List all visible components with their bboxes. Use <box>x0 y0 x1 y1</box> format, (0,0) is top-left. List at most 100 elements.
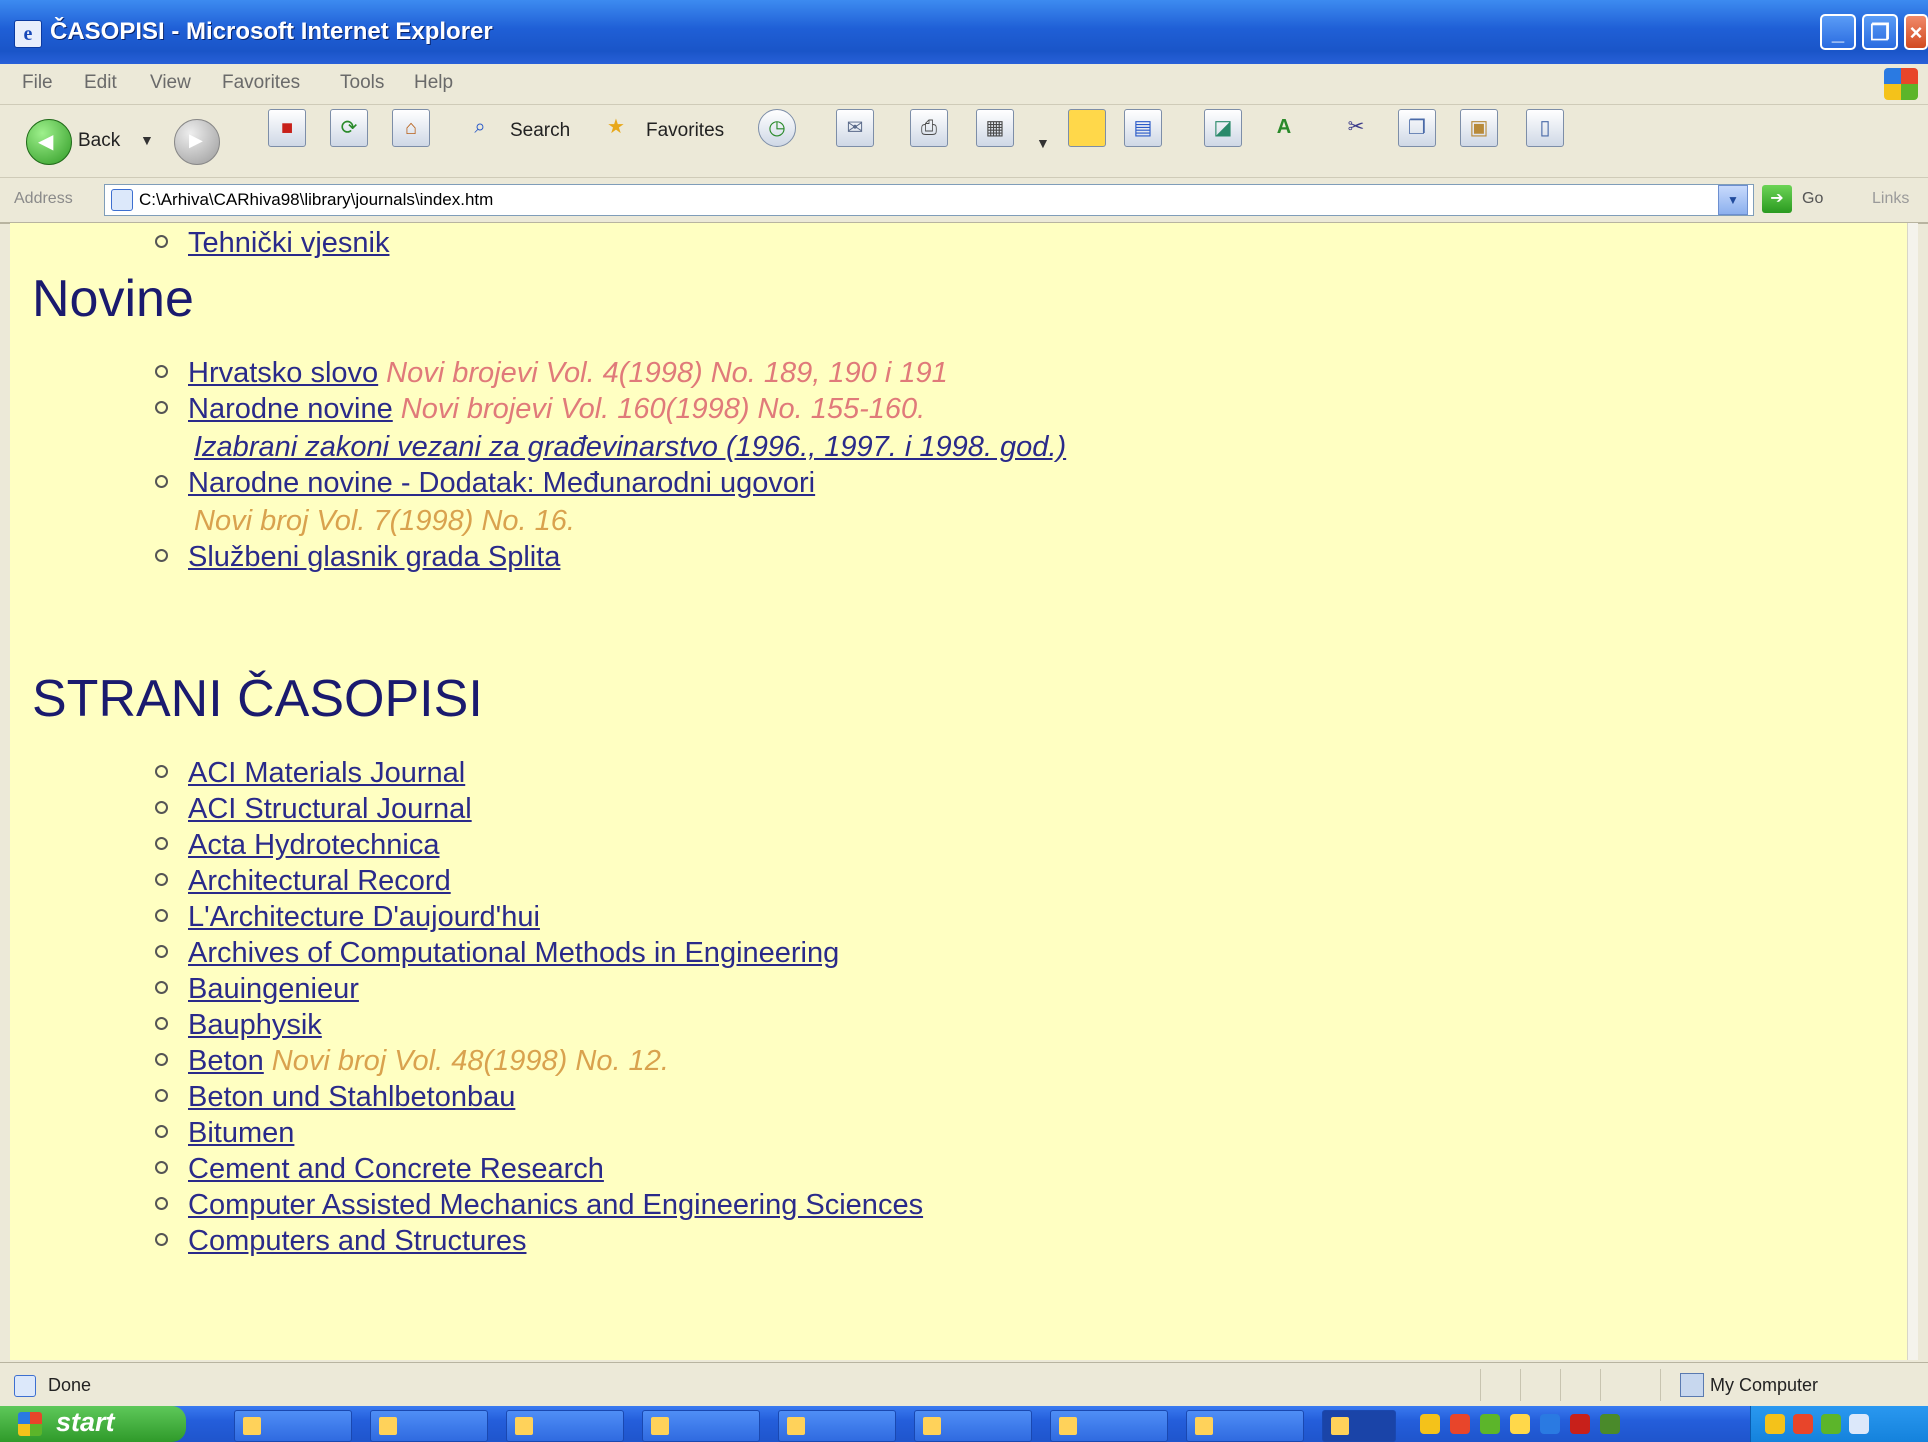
tray-icon[interactable] <box>1793 1414 1813 1434</box>
window-icon <box>1331 1417 1349 1435</box>
taskbar-button-active[interactable] <box>1322 1410 1396 1442</box>
quick-launch-icon[interactable] <box>1570 1414 1590 1434</box>
ie-icon <box>923 1417 941 1435</box>
list-item: L'Architecture D'aujourd'hui <box>155 901 540 934</box>
quick-launch-icon[interactable] <box>1510 1414 1530 1434</box>
journal-link[interactable]: Tehnički vjesnik <box>188 227 389 259</box>
copy-icon[interactable]: ❐ <box>1398 109 1436 147</box>
journal-link[interactable]: Cement and Concrete Research <box>188 1153 604 1185</box>
newspaper-link[interactable]: Narodne novine - Dodatak: Međunarodni ug… <box>188 467 815 499</box>
chart-icon[interactable]: ◪ <box>1204 109 1242 147</box>
newspaper-link[interactable]: Narodne novine <box>188 393 393 425</box>
vertical-scrollbar[interactable] <box>1907 223 1918 1360</box>
journal-link[interactable]: Bauphysik <box>188 1009 322 1041</box>
list-item: Tehnički vjesnik <box>155 227 389 260</box>
journal-link[interactable]: Beton <box>188 1045 264 1077</box>
print-icon[interactable]: ⎙ <box>910 109 948 147</box>
refresh-icon[interactable]: ⟳ <box>330 109 368 147</box>
address-dropdown-icon[interactable]: ▼ <box>1718 185 1748 215</box>
taskbar-button[interactable] <box>370 1410 488 1442</box>
quick-launch-icon[interactable] <box>1600 1414 1620 1434</box>
taskbar-button[interactable] <box>234 1410 352 1442</box>
newspaper-link[interactable]: Službeni glasnik grada Splita <box>188 541 560 573</box>
list-item: ACI Materials Journal <box>155 757 465 790</box>
journal-link[interactable]: Beton und Stahlbetonbau <box>188 1081 515 1113</box>
go-button[interactable]: Go <box>1802 190 1823 208</box>
quick-launch-icon[interactable] <box>1480 1414 1500 1434</box>
journal-link[interactable]: L'Architecture D'aujourd'hui <box>188 901 540 933</box>
laws-link[interactable]: Izabrani zakoni vezani za građevinarstvo… <box>194 431 1066 464</box>
journal-link[interactable]: ACI Structural Journal <box>188 793 472 825</box>
edit-dropdown-icon[interactable]: ▼ <box>1036 135 1050 151</box>
window-title: ČASOPISI - Microsoft Internet Explorer <box>50 18 493 45</box>
forward-arrow-icon <box>174 119 220 165</box>
edit-icon[interactable]: ▦ <box>976 109 1014 147</box>
journal-link[interactable]: Computers and Structures <box>188 1225 526 1257</box>
menu-tools[interactable]: Tools <box>340 72 384 94</box>
ie-icon <box>1195 1417 1213 1435</box>
taskbar-button[interactable] <box>506 1410 624 1442</box>
research-icon[interactable]: ▤ <box>1124 109 1162 147</box>
back-button[interactable]: Back ▼ <box>26 119 156 165</box>
list-item: Computers and Structures <box>155 1225 526 1258</box>
home-icon[interactable]: ⌂ <box>392 109 430 147</box>
journal-link[interactable]: Acta Hydrotechnica <box>188 829 439 861</box>
favorites-star-icon[interactable]: ★ <box>598 109 634 145</box>
taskbar-button[interactable] <box>914 1410 1032 1442</box>
paste-icon[interactable]: ▣ <box>1460 109 1498 147</box>
history-icon[interactable]: ◷ <box>758 109 796 147</box>
stop-icon[interactable]: ■ <box>268 109 306 147</box>
taskbar-button[interactable] <box>1186 1410 1304 1442</box>
toolbar: Back ▼ ■ ⟳ ⌂ ⌕ Search ★ Favorites ◷ ✉ ⎙ … <box>0 105 1928 178</box>
journal-link[interactable]: Bauingenieur <box>188 973 359 1005</box>
menu-edit[interactable]: Edit <box>84 72 117 94</box>
search-icon[interactable]: ⌕ <box>462 109 498 145</box>
journal-link[interactable]: Archives of Computational Methods in Eng… <box>188 937 839 969</box>
notes-icon[interactable] <box>1068 109 1106 147</box>
newspaper-link[interactable]: Hrvatsko slovo <box>188 357 378 389</box>
quick-launch-icon[interactable] <box>1540 1414 1560 1434</box>
journal-link[interactable]: Computer Assisted Mechanics and Engineer… <box>188 1189 923 1221</box>
search-button[interactable]: Search <box>510 120 570 142</box>
status-divider <box>1560 1369 1561 1401</box>
tray-icon[interactable] <box>1849 1414 1869 1434</box>
cut-icon[interactable]: ✂ <box>1338 109 1374 145</box>
ie-icon: e <box>14 20 42 48</box>
status-text: Done <box>48 1375 92 1395</box>
close-button[interactable]: × <box>1904 14 1928 50</box>
favorites-button[interactable]: Favorites <box>646 120 724 142</box>
menu-help[interactable]: Help <box>414 72 453 94</box>
links-button[interactable]: Links <box>1872 190 1909 208</box>
menu-view[interactable]: View <box>150 72 191 94</box>
security-zone: My Computer <box>1710 1375 1819 1395</box>
tray-icon[interactable] <box>1765 1414 1785 1434</box>
back-dropdown-icon[interactable]: ▼ <box>140 132 154 148</box>
mail-icon[interactable]: ✉ <box>836 109 874 147</box>
journal-link[interactable]: ACI Materials Journal <box>188 757 465 789</box>
quick-launch-icon[interactable] <box>1450 1414 1470 1434</box>
journal-link[interactable]: Bitumen <box>188 1117 294 1149</box>
menu-file[interactable]: File <box>22 72 53 94</box>
font-icon[interactable]: A <box>1266 109 1302 145</box>
taskbar-button[interactable] <box>1050 1410 1168 1442</box>
go-arrow-icon[interactable]: ➔ <box>1762 185 1792 213</box>
start-button[interactable]: start <box>0 1406 186 1442</box>
taskbar-button[interactable] <box>778 1410 896 1442</box>
journal-link[interactable]: Architectural Record <box>188 865 451 897</box>
taskbar-button[interactable] <box>642 1410 760 1442</box>
list-item: Beton Novi broj Vol. 48(1998) No. 12. <box>155 1045 669 1078</box>
quick-launch-icon[interactable] <box>1420 1414 1440 1434</box>
bullet-icon <box>155 873 168 886</box>
list-item: Computer Assisted Mechanics and Engineer… <box>155 1189 923 1222</box>
menu-favorites[interactable]: Favorites <box>222 72 300 94</box>
forward-button[interactable] <box>174 119 220 165</box>
bullet-icon <box>155 401 168 414</box>
document-icon[interactable]: ▯ <box>1526 109 1564 147</box>
taskbar: start <box>0 1406 1928 1442</box>
maximize-button[interactable]: ❐ <box>1862 14 1898 50</box>
minimize-button[interactable]: _ <box>1820 14 1856 50</box>
tray-icon[interactable] <box>1821 1414 1841 1434</box>
bullet-icon <box>155 837 168 850</box>
address-input[interactable]: C:\Arhiva\CARhiva98\library\journals\ind… <box>104 184 1754 216</box>
list-item: Službeni glasnik grada Splita <box>155 541 560 574</box>
